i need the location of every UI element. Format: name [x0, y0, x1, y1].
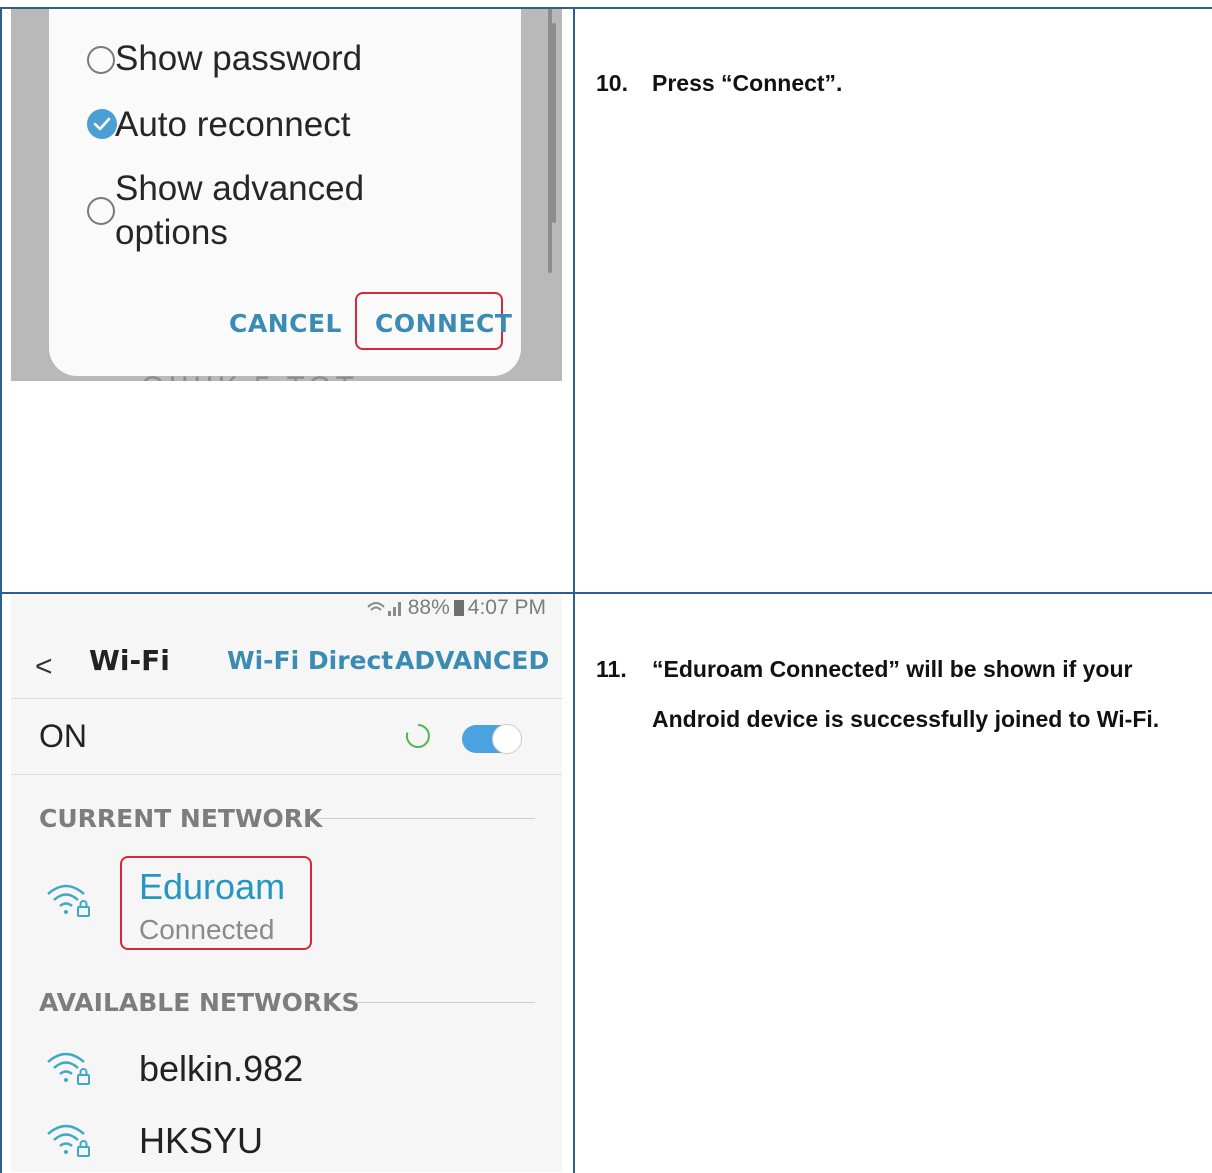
signal-icon: [367, 602, 401, 616]
show-advanced-options-label-line1: Show advanced: [115, 169, 365, 208]
instruction-table: GIIIIK 5 TOT Show password Auto reconnec…: [0, 0, 1212, 1173]
wifi-lock-icon: [47, 1052, 90, 1085]
connect-dialog-screenshot: GIIIIK 5 TOT Show password Auto reconnec…: [11, 9, 562, 381]
check-icon: [93, 117, 111, 131]
battery-percent: 88%: [407, 596, 450, 619]
step-11-line1: “Eduroam Connected” will be shown if you…: [652, 656, 1133, 682]
battery-icon: [453, 600, 464, 616]
current-network-name[interactable]: Eduroam: [139, 866, 285, 908]
network-name[interactable]: belkin.982: [139, 1048, 303, 1090]
advanced-button[interactable]: ADVANCED: [395, 646, 549, 675]
show-advanced-options-label-line2: options: [115, 213, 228, 252]
back-icon[interactable]: <: [35, 650, 53, 684]
wifi-lock-icon: [47, 1124, 90, 1157]
toggle-divider: [11, 774, 562, 775]
connect-button[interactable]: CONNECT: [375, 309, 512, 338]
show-password-label: Show password: [115, 39, 363, 78]
auto-reconnect-check[interactable]: [87, 109, 117, 139]
current-network-heading-rule: [317, 818, 535, 819]
wifi-toggle-label: ON: [39, 718, 87, 754]
show-password-radio[interactable]: [87, 46, 115, 74]
status-time: 4:07 PM: [467, 596, 546, 619]
wifi-settings-screenshot: 88% 4:07 PM < Wi-Fi Wi-Fi Direct ADVANCE…: [11, 594, 562, 1172]
step-11: 11. “Eduroam Connected” will be shown if…: [596, 644, 1212, 744]
wifi-lock-icon: [47, 884, 90, 917]
show-advanced-options-radio[interactable]: [87, 197, 115, 225]
available-networks-heading-rule: [355, 1002, 535, 1003]
cancel-button[interactable]: CANCEL: [229, 309, 342, 338]
step-10-text: Press “Connect”.: [652, 70, 843, 96]
status-bar: 88% 4:07 PM: [366, 596, 546, 620]
toggle-knob: [492, 724, 522, 754]
table-border-left: [0, 7, 2, 1173]
step-10: 10. Press “Connect”.: [596, 58, 1196, 108]
current-network-status: Connected: [139, 914, 275, 945]
network-name[interactable]: HKSYU: [139, 1120, 263, 1162]
step-10-number: 10.: [596, 70, 628, 96]
table-border-center: [573, 7, 575, 1173]
auto-reconnect-label: Auto reconnect: [115, 105, 351, 144]
page-title: Wi-Fi: [89, 644, 170, 677]
loading-spinner-icon: [405, 724, 430, 748]
page-scrollbar[interactable]: [552, 23, 556, 223]
wifi-toggle-switch[interactable]: [462, 724, 522, 754]
step-11-number: 11.: [596, 656, 627, 682]
step-11-line2: Android device is successfully joined to…: [652, 706, 1160, 732]
wifi-direct-button[interactable]: Wi-Fi Direct: [227, 646, 393, 675]
header-divider: [11, 698, 562, 699]
available-networks-heading: AVAILABLE NETWORKS: [39, 988, 360, 1017]
current-network-heading: CURRENT NETWORK: [39, 804, 323, 833]
